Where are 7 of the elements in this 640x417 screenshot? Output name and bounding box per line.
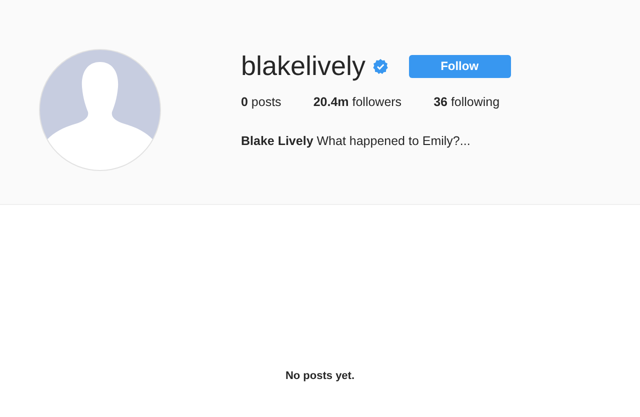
profile-stat[interactable]: 0 posts xyxy=(241,95,282,109)
username: blakelively xyxy=(241,50,366,83)
profile-stat[interactable]: 36 following xyxy=(434,95,500,109)
avatar-icon xyxy=(39,49,161,171)
empty-message: No posts yet. xyxy=(285,370,355,382)
profile-bio: Blake Lively What happened to Emily?... xyxy=(241,134,472,148)
profile-stat[interactable]: 20.4m followers xyxy=(313,95,402,109)
